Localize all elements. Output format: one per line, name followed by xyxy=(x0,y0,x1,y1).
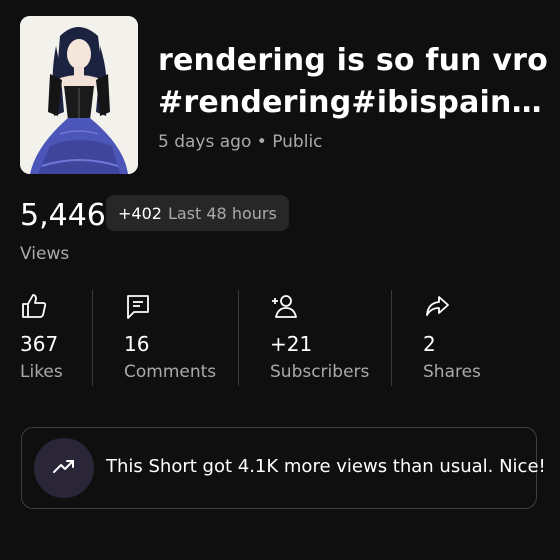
upload-age: 5 days ago xyxy=(158,132,252,152)
views-delta-period: Last 48 hours xyxy=(167,203,277,223)
comments-label: Comments xyxy=(124,362,217,382)
share-icon xyxy=(423,292,451,320)
stat-divider xyxy=(92,290,93,386)
trending-up-icon xyxy=(51,453,77,483)
engagement-stats: 367 Likes 16 Comments +21 Subscribers 2 … xyxy=(0,288,560,386)
thumbnail-illustration xyxy=(20,16,138,174)
subscribers-label: Subscribers xyxy=(270,362,370,382)
comment-icon xyxy=(124,292,152,320)
add-person-icon xyxy=(270,292,298,320)
stat-divider xyxy=(391,290,392,386)
views-count: 5,446 xyxy=(20,198,106,233)
shares-label: Shares xyxy=(423,362,481,382)
video-title-line-1: rendering is so fun vro xyxy=(158,43,548,78)
comments-count: 16 xyxy=(124,332,150,356)
video-title-line-2: #rendering#ibispaint... xyxy=(158,85,548,120)
video-title[interactable]: rendering is so fun vro #rendering#ibisp… xyxy=(158,40,548,124)
visibility-status: Public xyxy=(272,132,323,152)
views-delta-pill: +402 Last 48 hours xyxy=(106,195,289,231)
stat-subscribers[interactable]: +21 Subscribers xyxy=(270,288,380,386)
stat-shares[interactable]: 2 Shares xyxy=(423,288,503,386)
views-delta: +402 xyxy=(118,203,162,223)
stat-likes[interactable]: 367 Likes xyxy=(20,288,90,386)
views-label: Views xyxy=(20,244,70,264)
insight-message: This Short got 4.1K more views than usua… xyxy=(106,456,546,477)
insight-icon-badge xyxy=(34,438,94,498)
likes-label: Likes xyxy=(20,362,63,382)
subscribers-count: +21 xyxy=(270,332,313,356)
likes-count: 367 xyxy=(20,332,59,356)
stat-comments[interactable]: 16 Comments xyxy=(124,288,224,386)
performance-insight-card[interactable]: This Short got 4.1K more views than usua… xyxy=(21,427,546,509)
stat-divider xyxy=(238,290,239,386)
shares-count: 2 xyxy=(423,332,436,356)
video-meta: 5 days ago • Public xyxy=(158,132,323,152)
video-thumbnail[interactable] xyxy=(20,16,138,174)
meta-separator: • xyxy=(256,132,267,152)
thumbs-up-icon xyxy=(20,292,48,320)
